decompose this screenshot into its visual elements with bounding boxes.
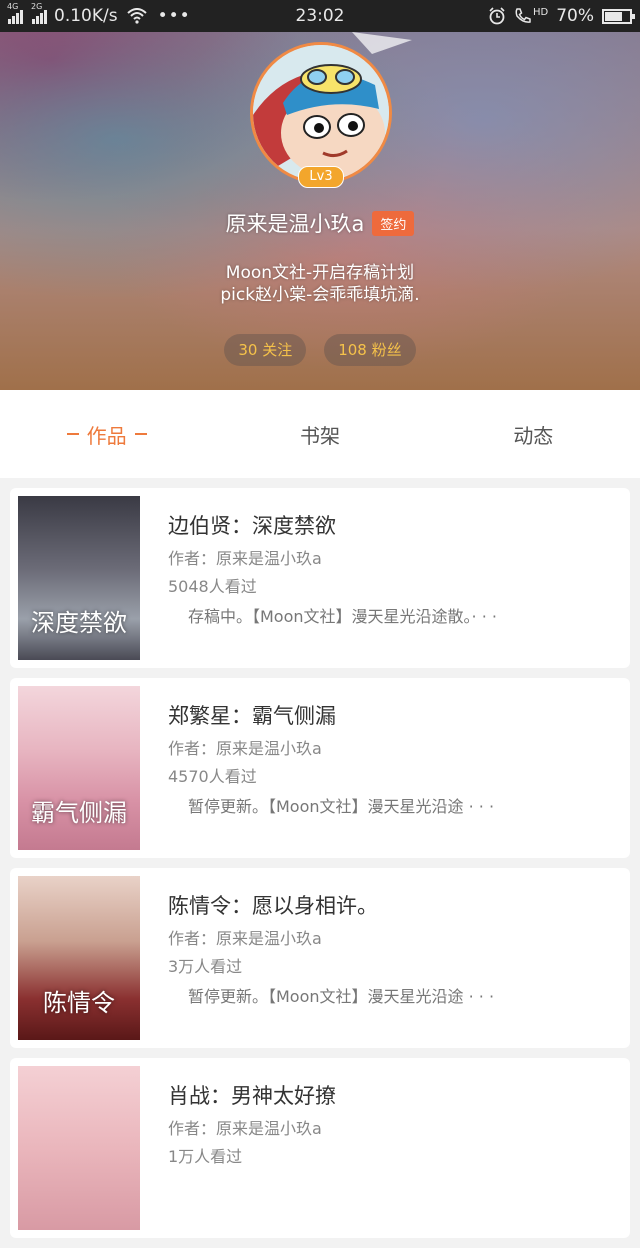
username: 原来是温小玖a [225,212,365,236]
battery-icon [602,8,635,24]
tab-bookshelf[interactable]: 书架 [213,390,426,478]
battery-percent: 70% [556,6,594,26]
book-cover: 深度禁欲 [18,496,140,660]
status-bar: 4G 2G 0.10K/s ••• 23:02 HD 70% [0,0,640,32]
book-cover: 霸气侧漏 [18,686,140,850]
active-tab-indicator-left [66,433,79,435]
alarm-icon [489,7,505,25]
book-author: 作者：原来是温小玖a [168,549,322,568]
network-speed: 0.10K/s [54,6,118,26]
tab-works-label: 作品 [86,423,127,448]
cartoon-avatar-image [253,45,389,181]
book-title: 边伯贤：深度禁欲 [168,514,336,538]
book-author: 作者：原来是温小玖a [168,929,322,948]
level-badge: Lv3 [298,166,344,188]
book-cover [18,1066,140,1230]
book-card[interactable]: 霸气侧漏 郑繁星：霸气侧漏 作者：原来是温小玖a 4570人看过 暂停更新。【M… [10,678,630,858]
book-author: 作者：原来是温小玖a [168,1119,322,1138]
tab-activity[interactable]: 动态 [427,390,640,478]
followers-button[interactable]: 108 粉丝 [324,334,416,366]
wifi-icon [126,8,147,24]
book-title: 陈情令：愿以身相许。 [168,894,378,918]
signal-icon: 4G [7,2,23,24]
profile-header: Lv3 原来是温小玖a 签约 Moon文社-开启存稿计划 pick赵小棠-会乖乖… [0,32,640,390]
book-views: 1万人看过 [168,1147,243,1166]
book-card[interactable]: 肖战：男神太好撩 作者：原来是温小玖a 1万人看过 [10,1058,630,1238]
bio: Moon文社-开启存稿计划 pick赵小棠-会乖乖填坑滴. [0,262,640,306]
following-button[interactable]: 30 关注 [224,334,307,366]
book-views: 4570人看过 [168,767,257,786]
book-views: 5048人看过 [168,577,257,596]
bio-line-1: Moon文社-开启存稿计划 [225,263,415,283]
book-cover: 陈情令 [18,876,140,1040]
tab-works[interactable]: 作品 [0,390,213,478]
book-summary: 暂停更新。【Moon文社】漫天星光沿途 · · · [188,797,495,816]
book-cover-title: 陈情令 [43,989,115,1017]
book-title: 肖战：男神太好撩 [168,1084,336,1108]
more-notifications-icon: ••• [157,6,191,26]
tab-bar: 作品 书架 动态 [0,390,640,478]
avatar[interactable] [250,42,392,184]
tab-bookshelf-label: 书架 [299,423,340,448]
book-cover-title: 深度禁欲 [31,609,127,637]
signal-icon-2: 2G [31,2,47,24]
tab-activity-label: 动态 [513,423,554,448]
book-card[interactable]: 陈情令 陈情令：愿以身相许。 作者：原来是温小玖a 3万人看过 暂停更新。【Mo… [10,868,630,1048]
book-views: 3万人看过 [168,957,243,976]
book-title: 郑繁星：霸气侧漏 [168,704,336,728]
book-cover-title: 霸气侧漏 [31,799,127,827]
book-author: 作者：原来是温小玖a [168,739,322,758]
active-tab-indicator-right [134,433,147,435]
book-summary: 暂停更新。【Moon文社】漫天星光沿途 · · · [188,987,495,1006]
book-card[interactable]: 深度禁欲 边伯贤：深度禁欲 作者：原来是温小玖a 5048人看过 存稿中。【Mo… [10,488,630,668]
hd-label: HD [532,6,549,18]
signed-badge: 签约 [372,210,415,236]
works-list: 深度禁欲 边伯贤：深度禁欲 作者：原来是温小玖a 5048人看过 存稿中。【Mo… [10,488,630,1248]
header-decoration [352,32,412,54]
bio-line-2: pick赵小棠-会乖乖填坑滴. [220,285,420,305]
phone-hd-icon [515,8,531,23]
book-summary: 存稿中。【Moon文社】漫天星光沿途散。· · · [188,607,497,626]
